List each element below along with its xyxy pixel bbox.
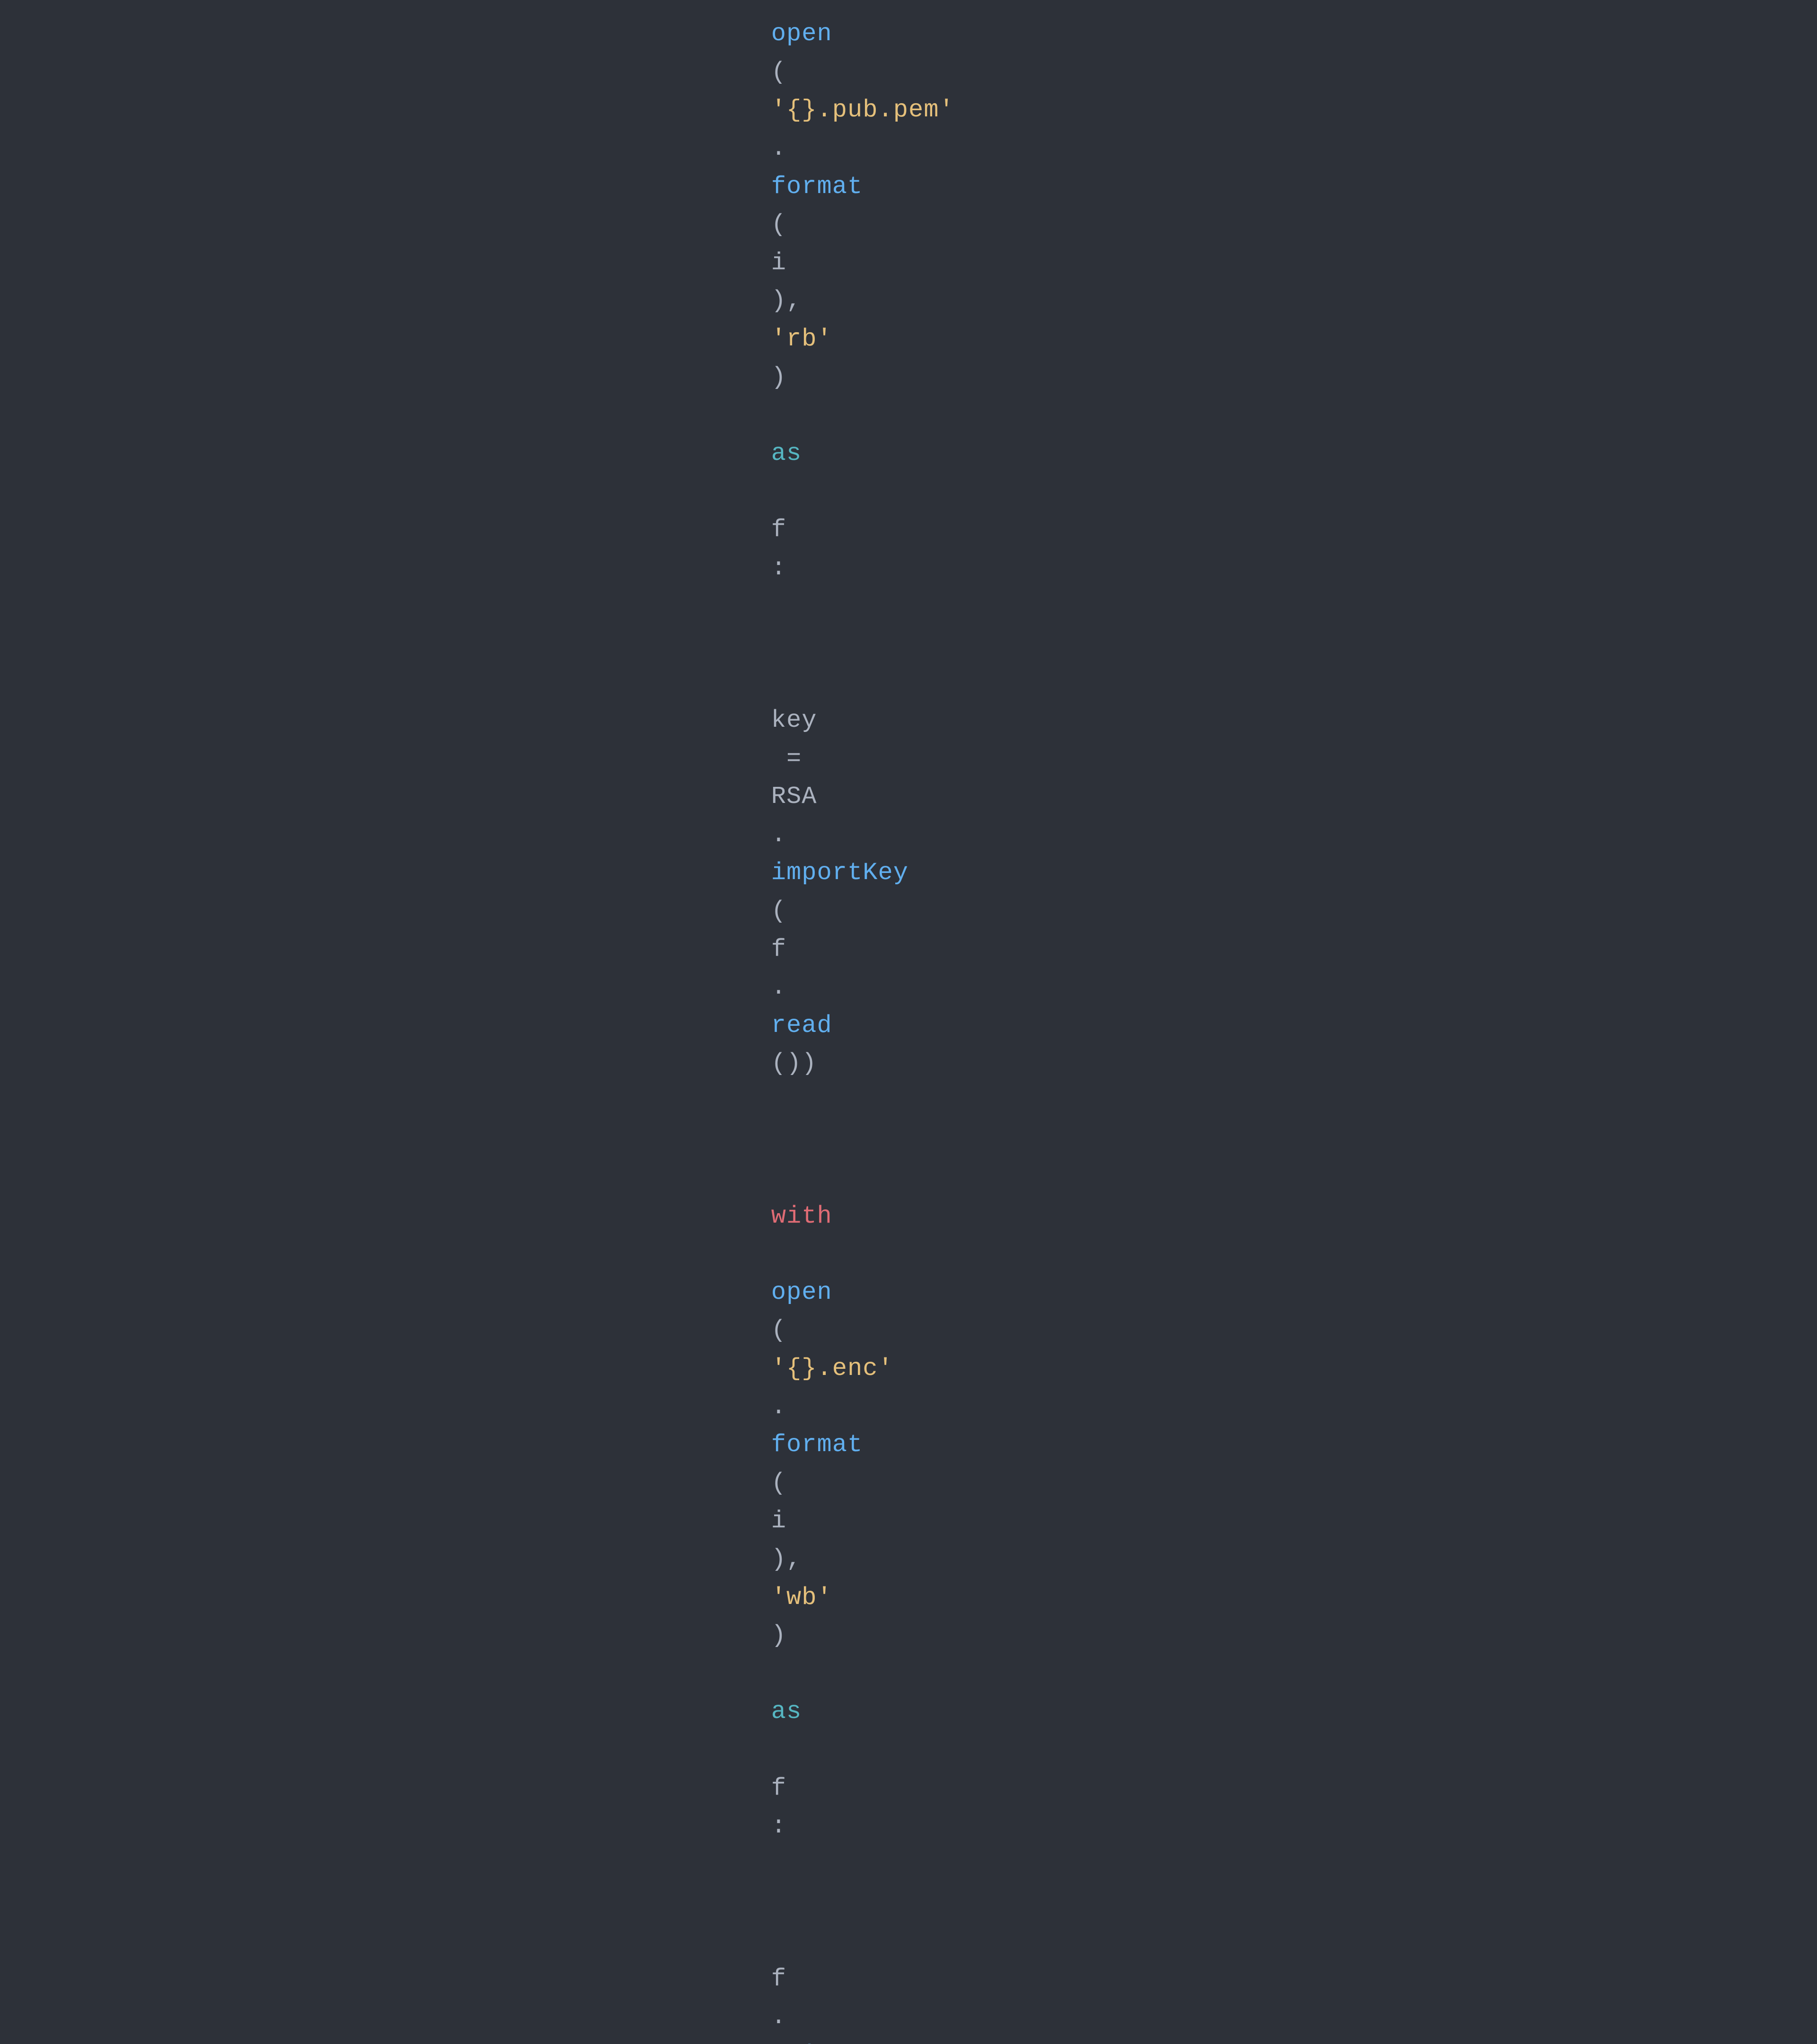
func-format1: format: [771, 173, 863, 201]
func-importkey: importKey: [771, 859, 908, 887]
var-f3: f: [771, 1774, 786, 1802]
line-write: f . write ( key . encrypt ( FLAG . encod…: [710, 1884, 1107, 2044]
code-block: #!/usr/bin/env python3 from Crypto.Publi…: [663, 0, 1154, 2044]
keyword-as1: as: [771, 440, 802, 467]
func-open2: open: [771, 1278, 832, 1306]
str-enc: '{}.enc': [771, 1355, 893, 1383]
func-format2: format: [771, 1431, 863, 1459]
var-i3: i: [771, 1507, 786, 1535]
line-with2: with open ( '{}.enc' . format ( i ), 'wb…: [710, 1121, 1107, 1884]
var-i2: i: [771, 249, 786, 277]
str-pub-pem: '{}.pub.pem': [771, 96, 954, 124]
keyword-as2: as: [771, 1698, 802, 1726]
func-read: read: [771, 1012, 832, 1040]
str-wb: 'wb': [771, 1584, 832, 1612]
var-f1: f: [771, 516, 786, 544]
func-open1: open: [771, 20, 832, 48]
keyword-with2: with: [771, 1202, 832, 1230]
line-key: key = RSA . importKey ( f . read ()): [710, 626, 1107, 1121]
name-rsa2: RSA: [771, 783, 817, 811]
var-f4: f: [771, 1965, 786, 1993]
var-f2: f: [771, 935, 786, 963]
line-with1: with open ( '{}.pub.pem' . format ( i ),…: [710, 0, 1107, 626]
func-write: write: [771, 2041, 847, 2044]
var-key: key: [771, 706, 817, 734]
str-rb: 'rb': [771, 325, 832, 353]
